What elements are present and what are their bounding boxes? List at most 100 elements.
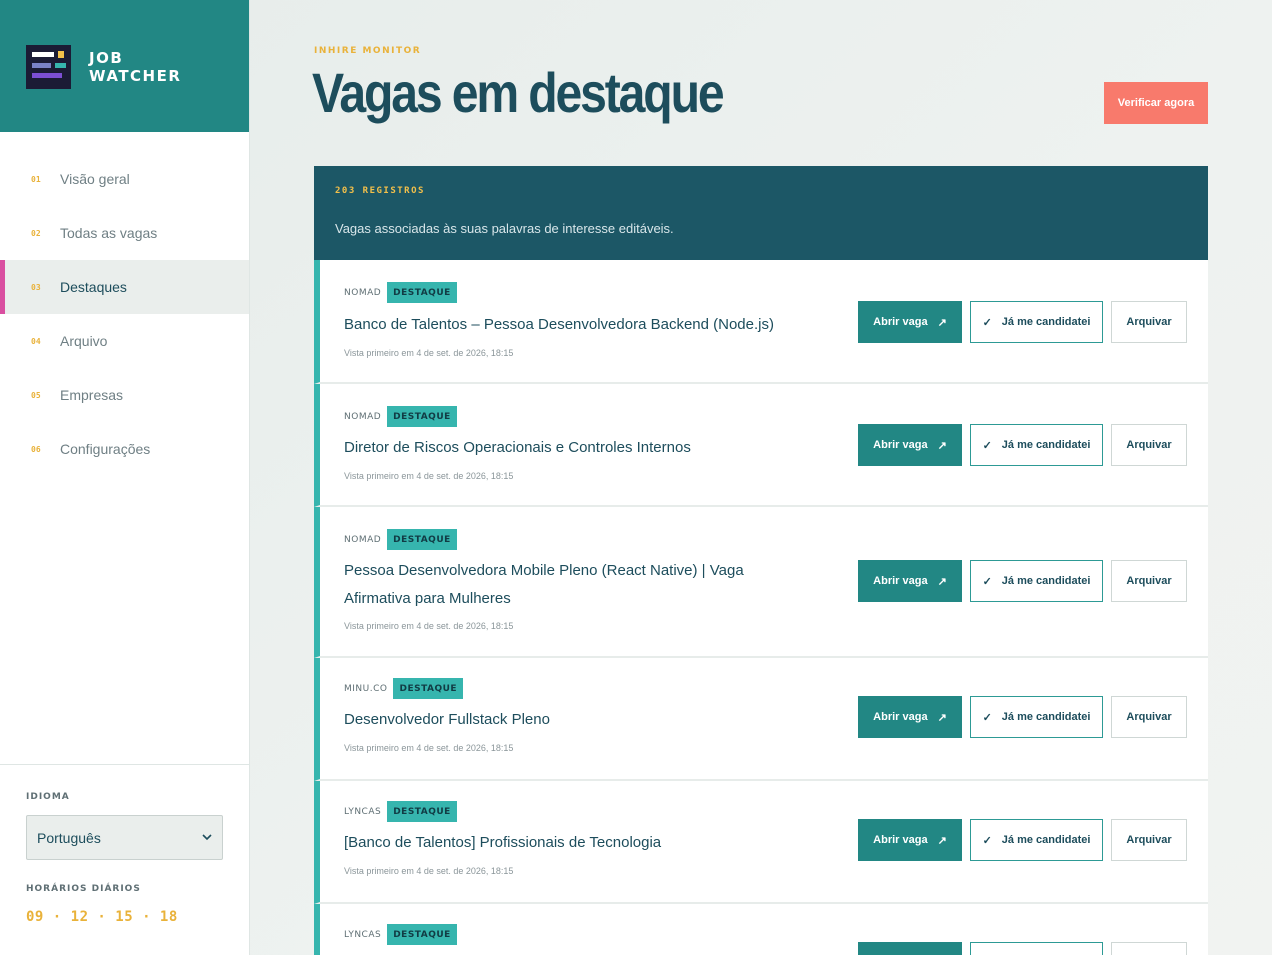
sidebar-item-visao-geral[interactable]: 01 Visão geral [0, 152, 249, 206]
already-applied-button[interactable]: ✓ Já me candidatei [970, 424, 1103, 466]
language-select[interactable]: Português [26, 815, 223, 860]
job-actions: Abrir vaga ↗ ✓ Já me candidatei Arquivar [858, 301, 1187, 343]
open-job-button[interactable]: Abrir vaga ↗ [858, 819, 962, 861]
open-job-button[interactable] [858, 942, 962, 955]
already-applied-button[interactable] [970, 942, 1103, 955]
external-link-icon: ↗ [937, 834, 947, 847]
page-title: Vagas em destaque [312, 61, 725, 124]
first-seen-date: Vista primeiro em 4 de set. de 2026, 18:… [344, 621, 514, 631]
already-applied-button[interactable]: ✓ Já me candidatei [970, 301, 1103, 343]
job-title: Diretor de Riscos Operacionais e Control… [344, 439, 691, 456]
open-job-button[interactable]: Abrir vaga ↗ [858, 301, 962, 343]
nav-number: 05 [31, 390, 41, 400]
check-icon: ✓ [982, 575, 992, 588]
open-job-label: Abrir vaga [873, 834, 928, 846]
archive-button[interactable]: Arquivar [1111, 424, 1187, 466]
schedule-label: HORÁRIOS DIÁRIOS [26, 884, 141, 894]
job-list: NOMAD DESTAQUE Banco de Talentos – Pesso… [314, 260, 1208, 955]
sidebar-item-configuracoes[interactable]: 06 Configurações [0, 422, 249, 476]
check-icon: ✓ [982, 316, 992, 329]
job-card: NOMAD DESTAQUE Pessoa Desenvolvedora Mob… [314, 507, 1208, 658]
archive-button[interactable]: Arquivar [1111, 819, 1187, 861]
already-applied-label: Já me candidatei [1001, 575, 1091, 587]
sidebar-item-label: Empresas [60, 387, 124, 403]
schedule-times: 09 · 12 · 15 · 18 [26, 909, 178, 925]
page-eyebrow: INHIRE MONITOR [314, 46, 422, 56]
job-card: LYNCAS DESTAQUE [Banco de Talentos] Prof… [314, 781, 1208, 904]
first-seen-date: Vista primeiro em 4 de set. de 2026, 18:… [344, 348, 514, 358]
open-job-button[interactable]: Abrir vaga ↗ [858, 696, 962, 738]
already-applied-label: Já me candidatei [1001, 439, 1091, 451]
job-actions: Abrir vaga ↗ ✓ Já me candidatei Arquivar [858, 696, 1187, 738]
company-name: MINU.CO [344, 683, 388, 694]
highlight-badge: DESTAQUE [387, 282, 457, 303]
summary-banner: 203 REGISTROS Vagas associadas às suas p… [314, 166, 1208, 260]
sidebar-item-empresas[interactable]: 05 Empresas [0, 368, 249, 422]
highlight-badge: DESTAQUE [393, 678, 464, 699]
archive-button[interactable]: Arquivar [1111, 560, 1187, 602]
job-title: Pessoa Desenvolvedora Mobile Pleno (Reac… [344, 562, 744, 607]
company-name: NOMAD [344, 411, 382, 422]
highlight-badge: DESTAQUE [387, 529, 457, 550]
summary-description: Vagas associadas às suas palavras de int… [335, 221, 674, 236]
records-count: 203 REGISTROS [335, 186, 425, 196]
job-card: NOMAD DESTAQUE Diretor de Riscos Operaci… [314, 384, 1208, 507]
sidebar-item-destaques[interactable]: 03 Destaques [0, 260, 249, 314]
sidebar-item-label: Arquivo [60, 333, 108, 349]
highlight-badge: DESTAQUE [387, 924, 457, 945]
job-actions [858, 942, 1187, 955]
job-title: [Banco de Talentos] Profissionais de Tec… [344, 834, 662, 851]
open-job-button[interactable]: Abrir vaga ↗ [858, 424, 962, 466]
brand-header: JOB WATCHER [0, 0, 249, 132]
first-seen-date: Vista primeiro em 4 de set. de 2026, 18:… [344, 866, 514, 876]
job-title: Banco de Talentos – Pessoa Desenvolvedor… [344, 316, 774, 333]
sidebar-footer: IDIOMA Português HORÁRIOS DIÁRIOS 09 · 1… [0, 764, 249, 955]
sidebar-item-label: Visão geral [60, 171, 130, 187]
already-applied-label: Já me candidatei [1001, 711, 1091, 723]
job-title: Desenvolvedor Fullstack Pleno [344, 711, 550, 728]
nav-number: 03 [31, 282, 41, 292]
already-applied-button[interactable]: ✓ Já me candidatei [970, 696, 1103, 738]
sidebar-nav: 01 Visão geral 02 Todas as vagas 03 Dest… [0, 152, 249, 476]
chevron-down-icon [202, 834, 212, 841]
external-link-icon: ↗ [937, 711, 947, 724]
company-name: LYNCAS [344, 806, 382, 817]
already-applied-button[interactable]: ✓ Já me candidatei [970, 819, 1103, 861]
archive-button[interactable]: Arquivar [1111, 696, 1187, 738]
nav-number: 06 [31, 444, 41, 454]
first-seen-date: Vista primeiro em 4 de set. de 2026, 18:… [344, 743, 514, 753]
job-meta: MINU.CO DESTAQUE [344, 678, 464, 699]
sidebar-item-todas-as-vagas[interactable]: 02 Todas as vagas [0, 206, 249, 260]
open-job-label: Abrir vaga [873, 439, 928, 451]
job-meta: NOMAD DESTAQUE [344, 529, 457, 550]
open-job-label: Abrir vaga [873, 316, 928, 328]
company-name: LYNCAS [344, 929, 382, 940]
archive-button[interactable] [1111, 942, 1187, 955]
job-meta: NOMAD DESTAQUE [344, 282, 457, 303]
open-job-label: Abrir vaga [873, 711, 928, 723]
job-meta: NOMAD DESTAQUE [344, 406, 457, 427]
external-link-icon: ↗ [937, 439, 947, 452]
first-seen-date: Vista primeiro em 4 de set. de 2026, 18:… [344, 471, 514, 481]
sidebar: JOB WATCHER 01 Visão geral 02 Todas as v… [0, 0, 250, 955]
job-actions: Abrir vaga ↗ ✓ Já me candidatei Arquivar [858, 560, 1187, 602]
sidebar-item-arquivo[interactable]: 04 Arquivo [0, 314, 249, 368]
open-job-button[interactable]: Abrir vaga ↗ [858, 560, 962, 602]
language-label: IDIOMA [26, 792, 70, 802]
archive-button[interactable]: Arquivar [1111, 301, 1187, 343]
brand-line1: JOB [89, 49, 124, 67]
already-applied-label: Já me candidatei [1001, 316, 1091, 328]
brand-name: JOB WATCHER [89, 49, 181, 85]
verify-now-button[interactable]: Verificar agora [1104, 82, 1208, 124]
language-select-value: Português [37, 829, 101, 846]
company-name: NOMAD [344, 534, 382, 545]
already-applied-button[interactable]: ✓ Já me candidatei [970, 560, 1103, 602]
brand-line2: WATCHER [89, 67, 182, 85]
job-meta: LYNCAS DESTAQUE [344, 924, 457, 945]
nav-number: 01 [31, 174, 41, 184]
company-name: NOMAD [344, 287, 382, 298]
highlight-badge: DESTAQUE [387, 406, 457, 427]
check-icon: ✓ [982, 439, 992, 452]
nav-number: 02 [31, 228, 41, 238]
job-card: LYNCAS DESTAQUE [314, 904, 1208, 955]
